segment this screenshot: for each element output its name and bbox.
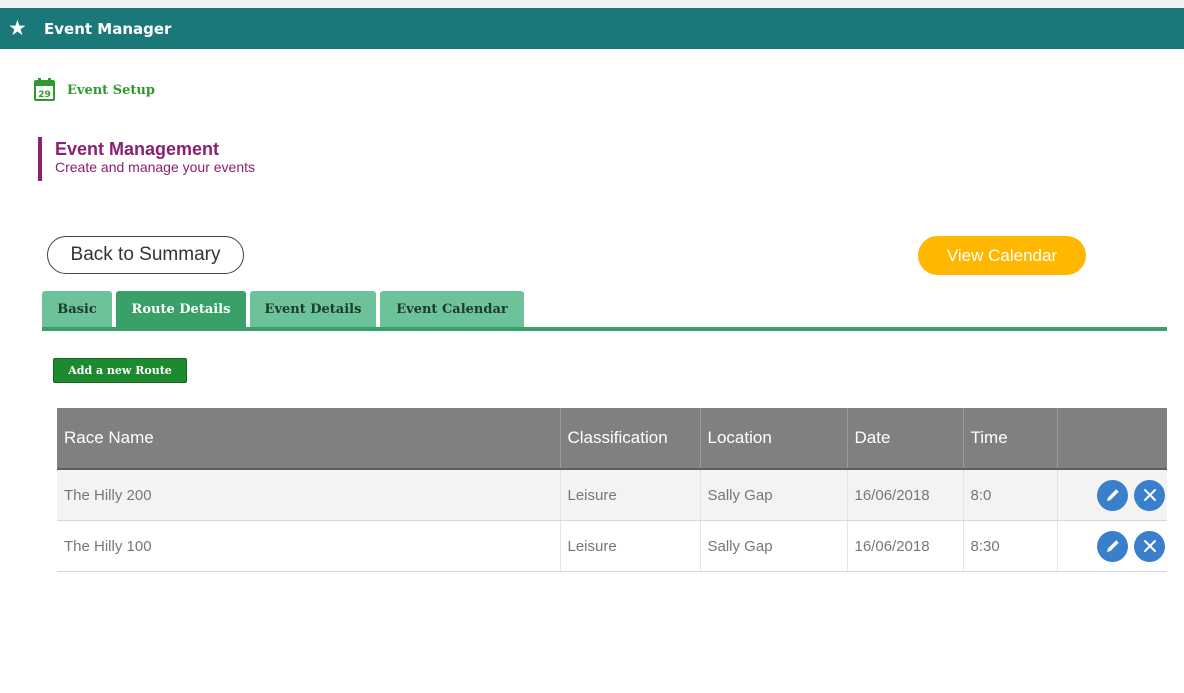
star-icon: ★ (8, 17, 27, 40)
pencil-icon (1106, 489, 1119, 501)
tab-event-calendar[interactable]: Event Calendar (380, 291, 524, 327)
header-date: Date (847, 408, 964, 470)
row-actions (1058, 530, 1168, 562)
delete-button[interactable] (1134, 479, 1165, 511)
cell-race-name: The Hilly 100 (57, 520, 561, 572)
app-header: ★ Event Manager (0, 8, 1184, 49)
cell-date: 16/06/2018 (847, 469, 964, 521)
close-icon (1143, 489, 1156, 501)
cell-actions (1057, 520, 1168, 572)
table-header-row: Race Name Classification Location Date T… (57, 408, 1167, 470)
cell-race-name: The Hilly 200 (57, 469, 561, 521)
cell-classification: Leisure (560, 469, 701, 521)
header-race-name: Race Name (57, 408, 561, 470)
cell-location: Sally Gap (700, 469, 848, 521)
tab-basic[interactable]: Basic (42, 291, 112, 327)
close-icon (1143, 540, 1156, 552)
row-actions (1058, 479, 1168, 511)
tab-route-details[interactable]: Route Details (116, 291, 246, 327)
table-row: The Hilly 200 Leisure Sally Gap 16/06/20… (57, 469, 1167, 521)
header-actions (1057, 408, 1167, 470)
breadcrumb-label: Event Setup (67, 82, 155, 98)
edit-button[interactable] (1097, 530, 1128, 562)
app-title: Event Manager (44, 19, 172, 38)
edit-button[interactable] (1097, 479, 1128, 511)
cell-classification: Leisure (560, 520, 701, 572)
cell-time: 8:0 (963, 469, 1058, 521)
back-to-summary-button[interactable]: Back to Summary (47, 236, 244, 274)
header-time: Time (963, 408, 1058, 470)
add-route-button[interactable]: Add a new Route (53, 358, 187, 383)
tab-event-details[interactable]: Event Details (250, 291, 376, 327)
cell-date: 16/06/2018 (847, 520, 964, 572)
view-calendar-button[interactable]: View Calendar (918, 236, 1086, 275)
section-title: Event Management (55, 139, 220, 159)
header-classification: Classification (560, 408, 701, 470)
top-strip (0, 0, 1184, 8)
header-location: Location (700, 408, 848, 470)
cell-time: 8:30 (963, 520, 1058, 572)
cell-actions (1057, 469, 1167, 521)
routes-table: Race Name Classification Location Date T… (57, 408, 1167, 572)
calendar-icon: 29 (34, 78, 55, 101)
section-header: Event Management Create and manage your … (38, 137, 255, 181)
tab-bar: Basic Route Details Event Details Event … (42, 291, 528, 327)
section-subtitle: Create and manage your events (55, 159, 256, 175)
breadcrumb[interactable]: 29 Event Setup (34, 78, 155, 102)
calendar-day: 29 (38, 90, 51, 100)
tab-underline (42, 327, 1167, 331)
cell-location: Sally Gap (700, 520, 848, 572)
pencil-icon (1106, 540, 1119, 552)
delete-button[interactable] (1134, 530, 1165, 562)
table-row: The Hilly 100 Leisure Sally Gap 16/06/20… (57, 520, 1168, 572)
